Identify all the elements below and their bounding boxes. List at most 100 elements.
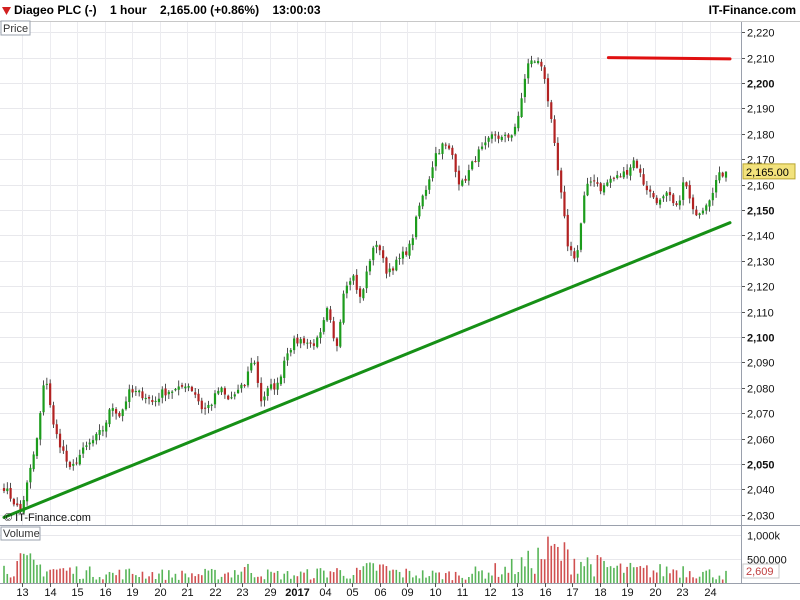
volume-bar	[520, 557, 523, 583]
volume-bar	[339, 570, 342, 583]
candle-down	[243, 384, 246, 387]
volume-bar	[408, 570, 411, 583]
volume-bar	[586, 557, 589, 583]
candle-up	[101, 430, 105, 432]
volume-bar	[715, 579, 717, 583]
candle-down	[223, 388, 226, 395]
candle-up	[283, 360, 286, 378]
candle-down	[444, 144, 447, 146]
y-tick-label: 2,050	[747, 460, 775, 472]
watermark: © IT-Finance.com	[4, 512, 91, 524]
volume-bar	[725, 570, 727, 583]
volume-bar	[306, 569, 309, 583]
volume-bar	[227, 572, 229, 583]
volume-bar	[553, 543, 556, 583]
volume-bar	[286, 571, 289, 583]
candle-up	[477, 149, 480, 162]
x-axis: 13 14 15 16 19 20 21 22 23 29 2017 04 05 06 09 10 11 12 13…	[16, 583, 717, 599]
volume-bar	[108, 571, 111, 583]
candle-up	[471, 161, 474, 170]
volume-bar	[283, 573, 286, 583]
x-tick-label: 21	[181, 587, 193, 599]
volume-bar	[95, 579, 98, 583]
candle-down	[464, 178, 467, 181]
volume-bar	[362, 566, 365, 583]
candle-down	[118, 412, 121, 417]
candle-up	[213, 393, 217, 405]
candle-up	[701, 210, 705, 214]
volume-bar	[293, 575, 295, 583]
candle-down	[540, 61, 543, 67]
volume-bar	[494, 563, 497, 583]
volume-bar	[52, 569, 55, 583]
x-tick-label: 17	[566, 587, 578, 599]
candle-down	[114, 409, 118, 414]
candle-up	[609, 178, 612, 183]
volume-bar	[395, 569, 398, 583]
candle-up	[678, 200, 681, 206]
y-tick-label: 2,080	[747, 384, 775, 396]
candle-up	[438, 153, 441, 155]
x-tick-label: 19	[621, 587, 633, 599]
candle-up	[177, 386, 180, 390]
candle-up	[536, 60, 540, 64]
x-tick-label: 16	[539, 587, 551, 599]
volume-bar	[201, 575, 203, 583]
candle-up	[586, 183, 589, 196]
volume-bar	[576, 573, 579, 583]
candle-down	[573, 251, 576, 259]
candle-up	[520, 98, 523, 118]
volume-bar	[115, 575, 117, 583]
x-tick-label: 19	[126, 587, 138, 599]
volume-tick-label: 1,000k	[747, 531, 781, 543]
volume-bar	[616, 565, 619, 583]
candle-up	[236, 389, 240, 394]
volume-bar	[181, 570, 183, 583]
x-tick-label: 23	[676, 587, 688, 599]
candle-up	[579, 223, 583, 250]
y-tick-label: 2,180	[747, 130, 775, 142]
volume-bar	[428, 576, 431, 583]
candle-down	[652, 193, 655, 198]
volume-bar	[266, 569, 269, 583]
candle-down	[58, 433, 62, 448]
candle-up	[220, 387, 223, 393]
candle-down	[619, 176, 622, 178]
volume-bar	[168, 570, 170, 583]
candle-down	[302, 338, 306, 344]
volume-bar	[626, 566, 628, 583]
volume-bar	[3, 565, 5, 583]
candle-up	[111, 408, 114, 411]
volume-bar	[547, 536, 549, 583]
candle-up	[461, 180, 464, 186]
candle-down	[454, 154, 457, 172]
candle-up	[144, 397, 147, 400]
candle-down	[546, 78, 550, 102]
candle-down	[197, 393, 200, 402]
candle-up	[395, 259, 398, 271]
chart-canvas[interactable]: 2,030 2,040 2,050 2,060 2,070 2,080 2,090 2,100…	[0, 0, 800, 600]
volume-bar	[583, 566, 586, 583]
candle-down	[260, 382, 263, 402]
volume-bar	[385, 566, 388, 583]
volume-bar	[514, 574, 516, 583]
candle-up	[289, 349, 292, 353]
y-tick-label: 2,070	[747, 409, 775, 421]
volume-bar	[375, 570, 378, 583]
volume-bar	[454, 571, 457, 583]
volume-bar	[92, 576, 94, 583]
volume-bar	[342, 575, 345, 583]
candle-up	[39, 413, 42, 440]
volume-bar	[125, 569, 127, 583]
volume-bar	[501, 574, 503, 583]
volume-bar	[16, 561, 18, 583]
volume-bar	[191, 573, 193, 583]
volume-bar	[444, 573, 447, 583]
volume-bar	[580, 561, 582, 583]
candle-down	[566, 214, 569, 247]
y-tick-label: 2,150	[747, 206, 775, 218]
volume-bar	[682, 566, 684, 583]
volume-bar	[13, 576, 15, 583]
candle-up	[606, 182, 609, 186]
volume-bar	[174, 573, 177, 583]
